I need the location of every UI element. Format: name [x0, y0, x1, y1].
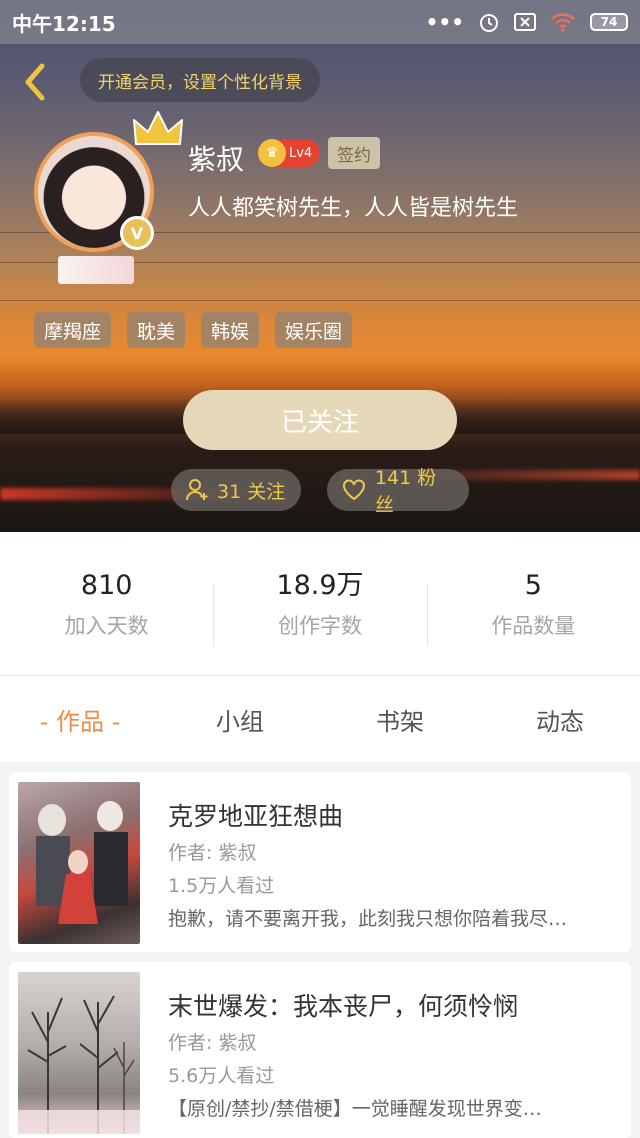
stat-value: 5 [524, 569, 542, 601]
status-time: 中午12:15 [12, 11, 116, 36]
profile-tabs: - 作品 - 小组 书架 动态 [0, 676, 640, 762]
fans-count: 141 粉丝 [374, 467, 437, 516]
sim-icon [514, 13, 536, 31]
work-description: 【原创/禁抄/禁借梗】一觉睡醒发现世界变… [168, 1098, 542, 1120]
work-title: 克罗地亚狂想曲 [168, 802, 344, 831]
work-author: 作者: 紫叔 [168, 842, 257, 864]
tab-activity[interactable]: 动态 [480, 702, 640, 737]
stat-label: 加入天数 [64, 613, 149, 638]
work-author: 作者: 紫叔 [168, 1032, 257, 1054]
work-views: 5.6万人看过 [168, 1065, 275, 1087]
book-cover-image [18, 782, 140, 944]
level-badge: ♛ Lv4 [258, 139, 320, 167]
work-card[interactable]: 克罗地亚狂想曲 作者: 紫叔 1.5万人看过 抱歉，请不要离开我，此刻我只想你陪… [9, 772, 631, 952]
stat-value: 18.9万 [276, 569, 364, 601]
work-title: 末世爆发：我本丧尸，何须怜悯 [168, 992, 519, 1021]
tag-item[interactable]: 耽美 [127, 312, 186, 348]
tab-groups[interactable]: 小组 [160, 702, 320, 737]
work-card[interactable]: 末世爆发：我本丧尸，何须怜悯 作者: 紫叔 5.6万人看过 【原创/禁抄/禁借梗… [9, 962, 631, 1138]
follow-button[interactable]: 已关注 [183, 390, 457, 450]
profile-header-background: 中午12:15 ••• 74 开通会员，设置个性化背景 V 紫叔 ♛ Lv4 签… [0, 0, 640, 532]
profile-stats: 810 加入天数 18.9万 创作字数 5 作品数量 [0, 532, 640, 676]
fans-button[interactable]: 141 粉丝 [327, 467, 469, 516]
level-crown-icon: ♛ [258, 139, 286, 167]
work-views: 1.5万人看过 [168, 875, 275, 897]
verified-badge: V [120, 216, 154, 250]
stat-work-count: 5 作品数量 [426, 568, 640, 646]
wifi-icon [550, 12, 576, 32]
tag-item[interactable]: 娱乐圈 [275, 312, 353, 348]
avatar-pendant-decoration [58, 256, 134, 284]
book-cover-image [18, 972, 140, 1134]
user-name: 紫叔 [188, 143, 245, 176]
battery-icon: 74 [590, 13, 628, 31]
tag-item[interactable]: 摩羯座 [34, 312, 112, 348]
more-dots-icon: ••• [425, 10, 464, 34]
tag-item[interactable]: 韩娱 [201, 312, 260, 348]
signed-author-badge: 签约 [328, 137, 380, 169]
back-button[interactable] [20, 62, 50, 102]
chevron-left-icon [25, 63, 45, 101]
tag-list: 摩羯座 耽美 韩娱 娱乐圈 [34, 312, 353, 348]
stat-label: 创作字数 [277, 613, 362, 638]
heart-icon [342, 479, 365, 501]
stat-value: 810 [80, 569, 133, 601]
vip-banner-button[interactable]: 开通会员，设置个性化背景 [80, 58, 320, 102]
stat-word-count: 18.9万 创作字数 [213, 568, 426, 646]
crown-icon [133, 111, 183, 145]
user-bio: 人人都笑树先生，人人皆是树先生 [188, 196, 519, 221]
level-text: Lv4 [289, 145, 313, 161]
stat-join-days: 810 加入天数 [0, 568, 213, 640]
add-user-icon [186, 479, 208, 501]
avatar-container[interactable]: V [34, 111, 183, 252]
following-count: 31 关注 [217, 480, 286, 503]
tab-works[interactable]: - 作品 - [0, 702, 160, 737]
power-line [0, 300, 640, 301]
stat-label: 作品数量 [491, 613, 576, 638]
status-bar: 中午12:15 ••• 74 [0, 0, 640, 44]
tab-bookshelf[interactable]: 书架 [320, 702, 480, 737]
work-description: 抱歉，请不要离开我，此刻我只想你陪着我尽… [168, 908, 568, 930]
alarm-icon [478, 11, 500, 33]
following-button[interactable]: 31 关注 [171, 469, 301, 511]
status-icons: ••• 74 [426, 10, 628, 34]
